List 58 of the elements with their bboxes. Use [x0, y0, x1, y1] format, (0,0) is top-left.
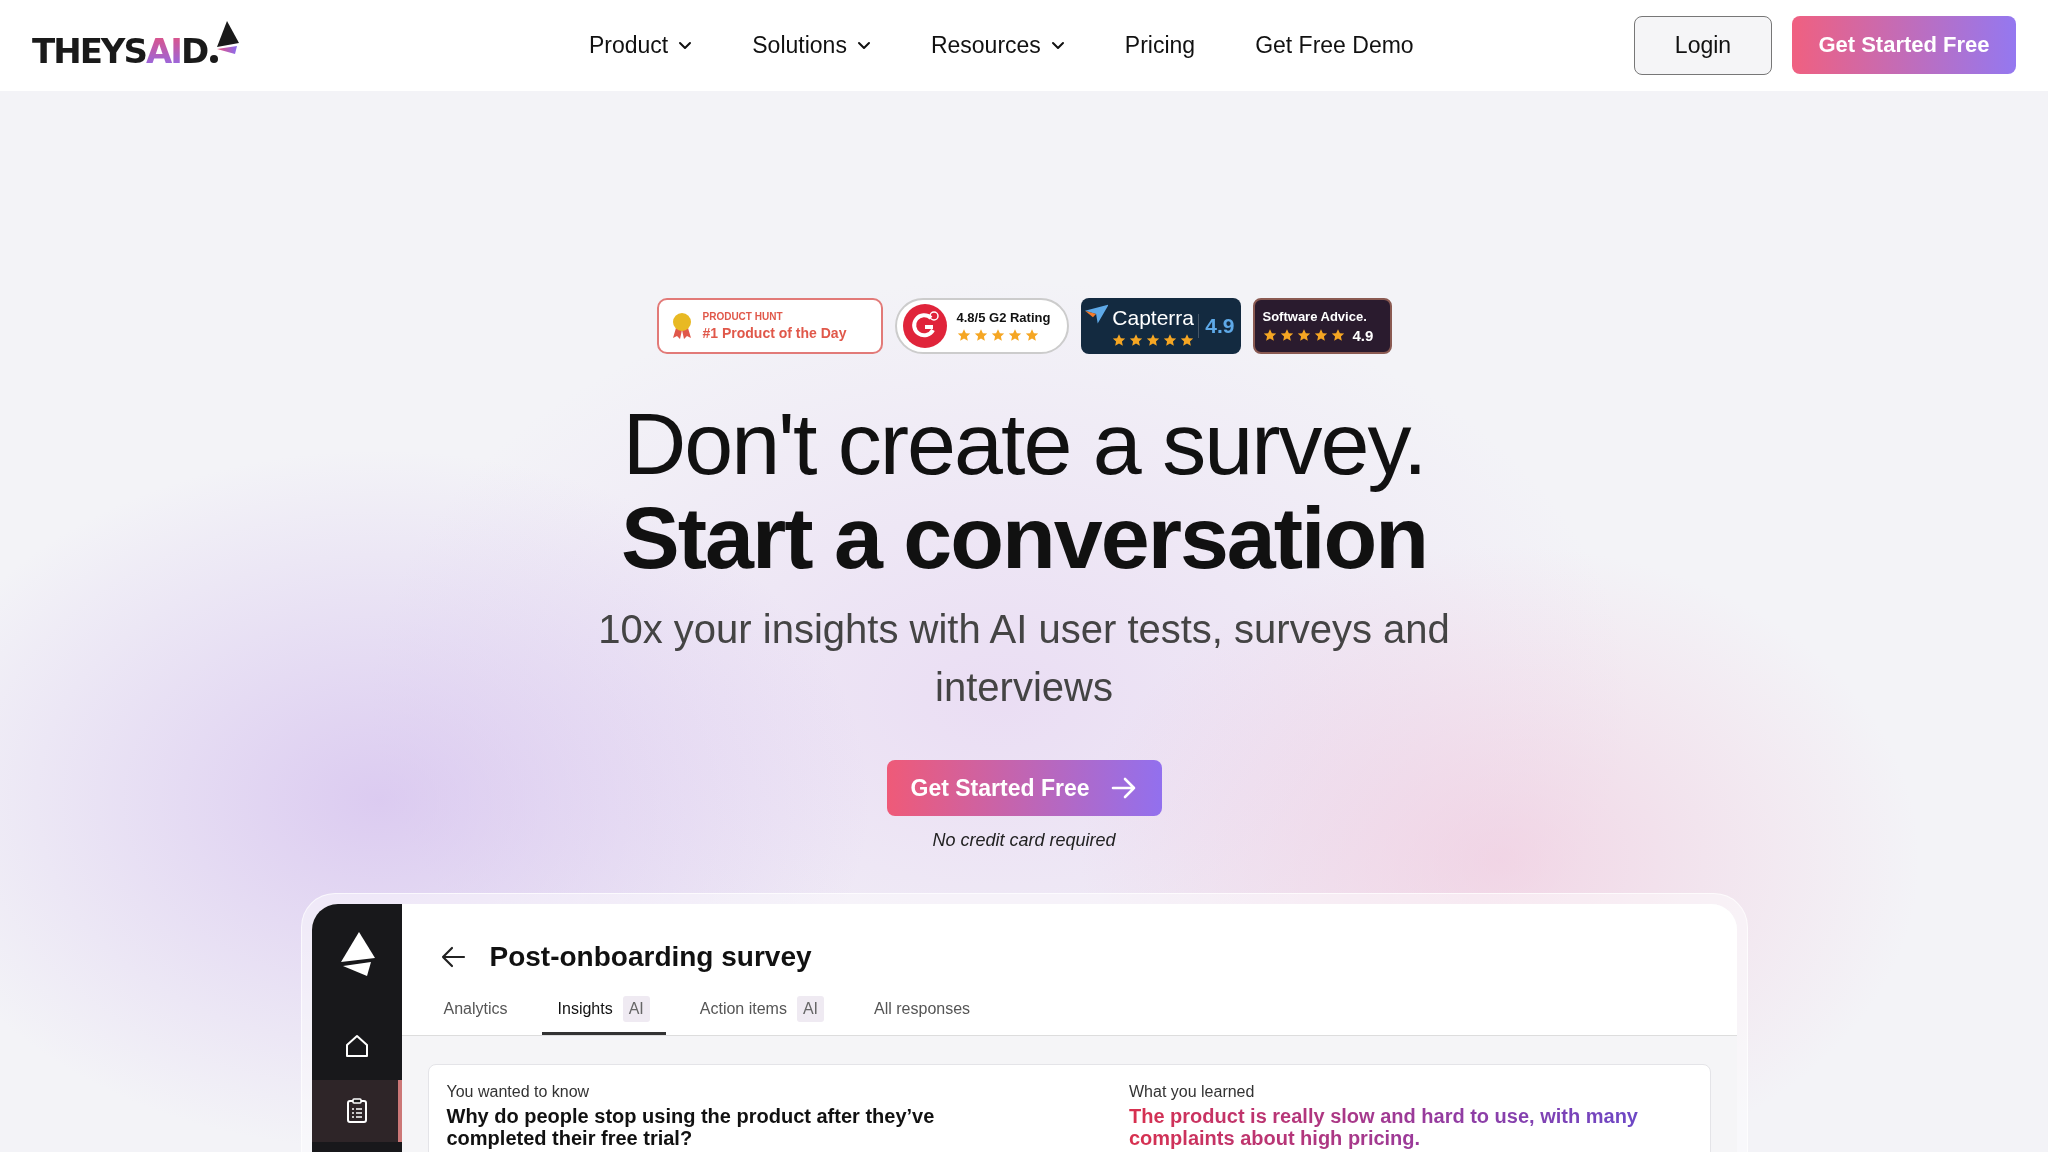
hero-description: 10x your insights with AI user tests, surveys and interviews [597, 606, 1451, 711]
tab[interactable]: All responses [858, 996, 987, 1035]
badge-text: Software Advice. [1262, 308, 1368, 324]
star-icon [1007, 328, 1022, 342]
software-advice-badge[interactable]: Software Advice. 4.9 [1252, 298, 1392, 354]
star-icon [1330, 328, 1345, 342]
tab-label: All responses [874, 1000, 971, 1018]
g2-logo-icon [902, 304, 947, 348]
star-icon [1262, 328, 1277, 342]
g2-rating-badge[interactable]: 4.8/5 G2 Rating [894, 298, 1069, 354]
get-started-button[interactable]: Get Started Free [886, 760, 1162, 816]
rating-score: 4.9 [1198, 314, 1235, 338]
nav-link[interactable]: Pricing [1124, 32, 1196, 59]
hero-title: Don't create a survey. [622, 396, 1426, 492]
nav-link[interactable]: Get Free Demo [1255, 32, 1414, 59]
no-credit-card-note: No credit card required [932, 830, 1116, 851]
logo-text[interactable]: THEYSAID [32, 30, 208, 71]
card-label: What you learned [1129, 1083, 1256, 1101]
star-icon [956, 328, 971, 342]
question-text: Why do people stop using the product after they’ve completed their free trial? [446, 1105, 936, 1149]
star-icon [1296, 328, 1311, 342]
badge-text: Capterra [1112, 305, 1195, 330]
ai-tag: AI [796, 996, 825, 1022]
star-icon [990, 328, 1005, 342]
star-icon [1180, 332, 1195, 347]
back-arrow-icon [439, 946, 466, 968]
login-button[interactable]: Login [1634, 16, 1772, 75]
badge-text: #1 Product of the Day [702, 325, 847, 341]
nav-link[interactable]: Product [589, 32, 693, 59]
badge-text: 4.8/5 G2 Rating [956, 310, 1051, 325]
badge-label: PRODUCT HUNT [702, 311, 784, 322]
arrow-right-icon [1111, 777, 1138, 799]
product-hunt-badge[interactable]: PRODUCT HUNT #1 Product of the Day [656, 298, 883, 354]
survey-title: Post-onboarding survey [489, 941, 812, 973]
tab[interactable]: Insights AI [541, 996, 666, 1035]
star-icon [1112, 332, 1127, 347]
tab-label: Action items [699, 1000, 787, 1018]
nav-link[interactable]: Resources [930, 32, 1065, 59]
star-icon [1313, 328, 1328, 342]
nav-link[interactable]: Solutions [752, 32, 871, 59]
card-label: You wanted to know [446, 1083, 591, 1101]
ai-tag: AI [622, 996, 650, 1022]
star-icon [1146, 332, 1161, 347]
logo-mark-icon [209, 20, 240, 65]
tab-label: Analytics [443, 1000, 508, 1018]
star-icon [1279, 328, 1294, 342]
hero-subtitle: Start a conversation [620, 492, 1428, 584]
tab-label: Insights [557, 1000, 613, 1018]
tab[interactable]: Action items AI [683, 996, 841, 1035]
star-icon [973, 328, 988, 342]
star-icon [1163, 332, 1178, 347]
sidebar-item[interactable] [311, 1080, 402, 1142]
medal-icon [670, 312, 693, 340]
tab[interactable]: Analytics [439, 996, 524, 1035]
rating-score: 4.9 [1352, 326, 1374, 344]
star-icon [1129, 332, 1144, 347]
capterra-badge[interactable]: Capterra 4.9 [1080, 298, 1241, 354]
star-icon [1024, 328, 1039, 342]
